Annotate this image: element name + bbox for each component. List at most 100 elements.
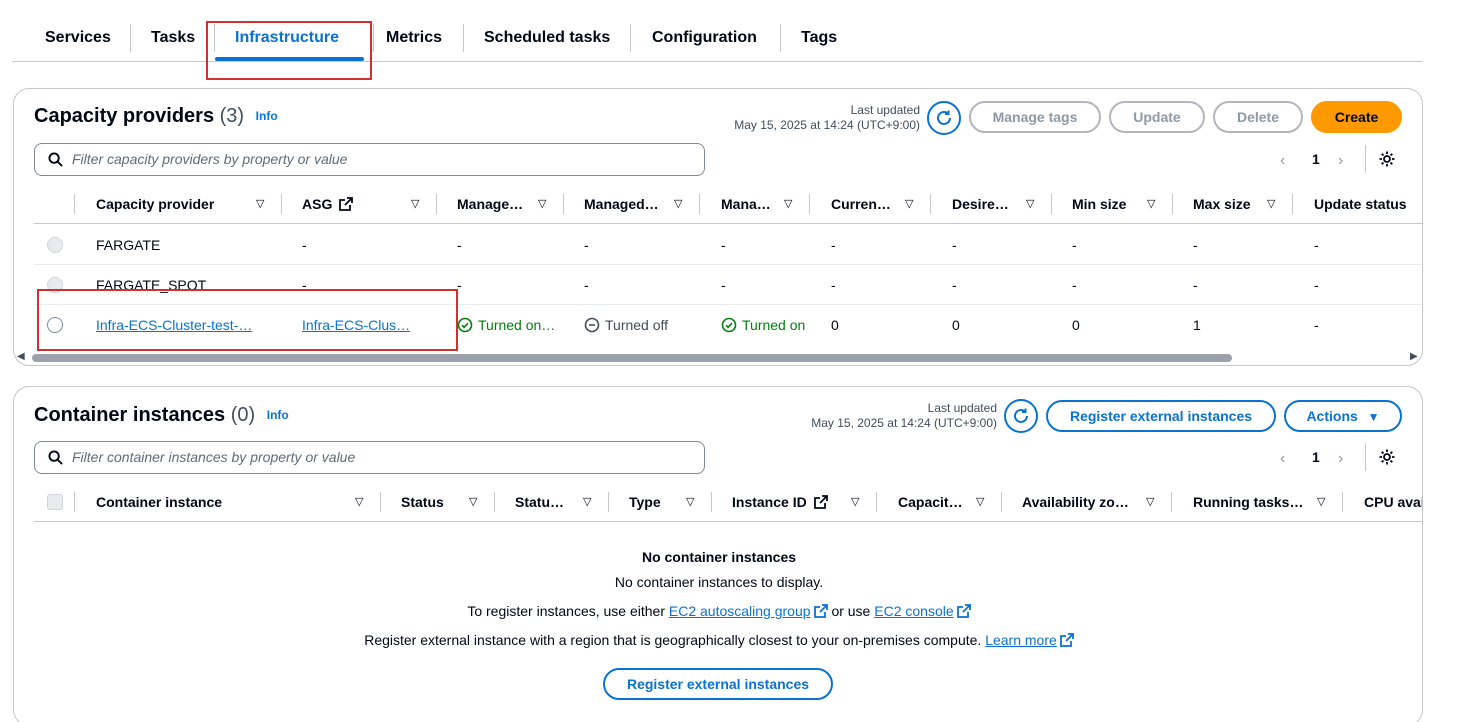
sort-icon[interactable]: ▽	[784, 197, 792, 210]
pager-divider	[1365, 145, 1366, 173]
column-header[interactable]: Mana…	[721, 184, 771, 224]
tab-configuration[interactable]: Configuration	[652, 22, 757, 54]
sort-icon[interactable]: ▽	[905, 197, 913, 210]
ec2-console-link[interactable]: EC2 console	[874, 603, 953, 619]
gear-icon[interactable]	[1378, 150, 1396, 168]
column-header[interactable]: Curren…	[831, 184, 891, 224]
refresh-icon	[1014, 408, 1028, 423]
tab-divider	[130, 24, 131, 52]
sort-icon[interactable]: ▽	[1147, 197, 1155, 210]
actions-button[interactable]: Actions ▼	[1284, 400, 1402, 432]
tab-scheduled-tasks[interactable]: Scheduled tasks	[484, 22, 610, 54]
sort-icon[interactable]: ▽	[1026, 197, 1034, 210]
column-divider	[563, 194, 564, 214]
column-header[interactable]: Min size	[1072, 184, 1126, 224]
cell-capacity-provider: FARGATE	[96, 237, 161, 253]
sort-icon[interactable]: ▽	[583, 495, 591, 508]
table-row[interactable]: FARGATE - - - - - - - - -	[34, 225, 1422, 265]
tab-services[interactable]: Services	[45, 22, 111, 54]
column-header[interactable]: Update status	[1314, 184, 1407, 224]
sort-icon[interactable]: ▽	[1267, 197, 1275, 210]
external-link-icon	[956, 604, 971, 618]
highlight-box-tab	[206, 21, 372, 80]
scroll-right-icon[interactable]: ▶	[1410, 351, 1418, 362]
actions-label: Actions	[1306, 408, 1358, 424]
highlight-box-row	[37, 289, 458, 351]
sort-icon[interactable]: ▽	[469, 495, 477, 508]
column-header[interactable]: Managed…	[584, 184, 659, 224]
column-divider	[699, 194, 700, 214]
column-header[interactable]: Container instance	[96, 482, 222, 522]
sort-icon[interactable]: ▽	[1146, 495, 1154, 508]
column-header[interactable]: Instance ID	[732, 482, 828, 522]
sort-icon[interactable]: ▽	[256, 197, 264, 210]
column-header[interactable]: Max size	[1193, 184, 1251, 224]
container-instances-panel: Container instances (0) Info Last update…	[13, 386, 1423, 722]
column-header[interactable]: Status	[401, 482, 444, 522]
manage-tags-button[interactable]: Manage tags	[969, 101, 1101, 133]
column-header[interactable]: Running tasks…	[1193, 482, 1303, 522]
cell: -	[457, 237, 462, 253]
sort-icon[interactable]: ▽	[674, 197, 682, 210]
chevron-right-icon[interactable]: ›	[1338, 450, 1343, 468]
sort-icon[interactable]: ▽	[851, 495, 859, 508]
learn-more-link[interactable]: Learn more	[985, 632, 1057, 648]
external-link-icon	[813, 495, 828, 509]
caret-down-icon: ▼	[1367, 410, 1380, 424]
column-divider	[1001, 492, 1002, 512]
page-number[interactable]: 1	[1312, 449, 1320, 465]
last-updated-value: May 15, 2025 at 14:24 (UTC+9:00)	[734, 118, 920, 132]
info-link[interactable]: Info	[267, 408, 289, 422]
empty-heading: No container instances	[641, 549, 797, 565]
search-input[interactable]: Filter capacity providers by property or…	[34, 143, 705, 176]
sort-icon[interactable]: ▽	[538, 197, 546, 210]
cell: -	[721, 277, 726, 293]
refresh-button[interactable]	[1004, 399, 1038, 433]
chevron-left-icon[interactable]: ‹	[1280, 152, 1285, 170]
column-header[interactable]: Capacit…	[898, 482, 963, 522]
info-link[interactable]: Info	[256, 109, 278, 123]
scroll-left-icon[interactable]: ◀	[17, 351, 25, 362]
cell: 1	[1193, 317, 1201, 333]
chevron-left-icon[interactable]: ‹	[1280, 450, 1285, 468]
panel-title: Container instances (0) Info	[34, 404, 289, 427]
gear-icon[interactable]	[1378, 448, 1396, 466]
ec2-autoscaling-group-link[interactable]: EC2 autoscaling group	[669, 603, 811, 619]
sort-icon[interactable]: ▽	[1317, 495, 1325, 508]
cell: -	[1072, 277, 1077, 293]
empty-external-line: Register external instance with a region…	[14, 632, 1422, 648]
sort-icon[interactable]: ▽	[686, 495, 694, 508]
column-header[interactable]: Availability zo…	[1022, 482, 1129, 522]
horizontal-scrollbar[interactable]: ◀ ▶	[14, 351, 1422, 365]
update-button[interactable]: Update	[1109, 101, 1205, 133]
register-external-instances-button[interactable]: Register external instances	[1046, 400, 1276, 432]
column-header[interactable]: ASG	[302, 184, 354, 224]
select-all-checkbox[interactable]	[47, 494, 63, 510]
panel-title: Capacity providers (3) Info	[34, 105, 278, 128]
column-header-label: Instance ID	[732, 494, 807, 510]
column-header[interactable]: Type	[629, 482, 661, 522]
page-number[interactable]: 1	[1312, 151, 1320, 167]
register-external-instances-empty-button[interactable]: Register external instances	[603, 668, 833, 700]
refresh-button[interactable]	[927, 101, 961, 135]
chevron-right-icon[interactable]: ›	[1338, 152, 1343, 170]
tab-divider	[780, 24, 781, 52]
column-header[interactable]: Statu…	[515, 482, 564, 522]
column-header[interactable]: Manage…	[457, 184, 523, 224]
tab-tasks[interactable]: Tasks	[151, 22, 195, 54]
tab-tags[interactable]: Tags	[801, 22, 837, 54]
sort-icon[interactable]: ▽	[976, 495, 984, 508]
column-header[interactable]: Desire…	[952, 184, 1009, 224]
last-updated: Last updated May 15, 2025 at 14:24 (UTC+…	[694, 103, 920, 133]
scrollbar-thumb[interactable]	[32, 354, 1232, 362]
status-cell: Turned off	[584, 305, 668, 345]
column-header[interactable]: Capacity provider	[96, 184, 214, 224]
create-button[interactable]: Create	[1311, 101, 1402, 133]
tab-metrics[interactable]: Metrics	[386, 22, 442, 54]
cell: -	[721, 237, 726, 253]
sort-icon[interactable]: ▽	[411, 197, 419, 210]
column-header[interactable]: CPU avai	[1364, 482, 1422, 522]
delete-button[interactable]: Delete	[1213, 101, 1303, 133]
sort-icon[interactable]: ▽	[355, 495, 363, 508]
search-input[interactable]: Filter container instances by property o…	[34, 441, 705, 474]
